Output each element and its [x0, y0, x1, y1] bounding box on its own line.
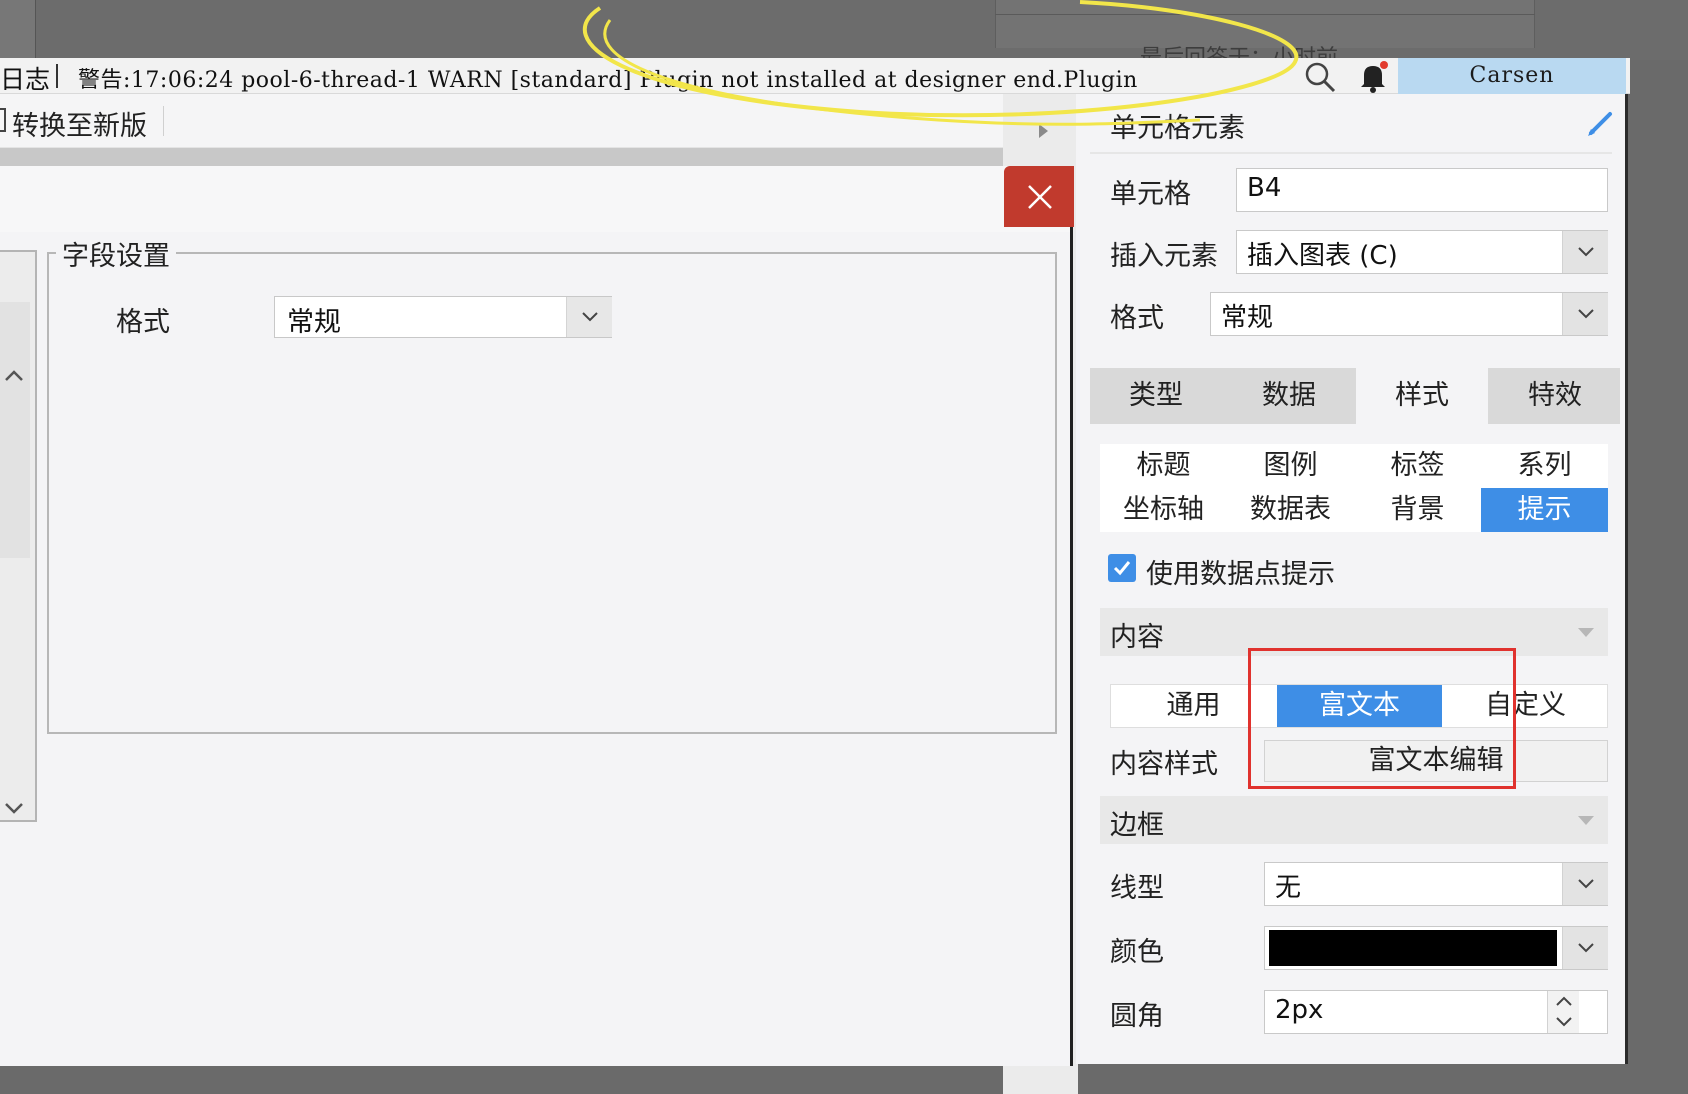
sub-tab-datasheet[interactable]: 数据表 — [1227, 488, 1354, 532]
collapse-arrow-icon[interactable] — [1036, 122, 1050, 140]
sub-tab-legend[interactable]: 图例 — [1227, 444, 1354, 488]
sub-tab-background[interactable]: 背景 — [1354, 488, 1481, 532]
insert-element-value: 插入图表 (C) — [1247, 241, 1398, 271]
chevron-down-icon — [1578, 309, 1594, 319]
insert-element-select[interactable]: 插入图表 (C) — [1236, 230, 1608, 274]
horizontal-scrollbar[interactable] — [0, 148, 1003, 166]
color-label: 颜色 — [1110, 937, 1164, 968]
toolbar-separator — [163, 106, 164, 136]
convert-icon — [0, 108, 6, 132]
line-type-select[interactable]: 无 — [1264, 862, 1608, 906]
tab-data[interactable]: 数据 — [1223, 368, 1355, 424]
format-dropdown-button[interactable] — [566, 297, 612, 337]
toolbar: 转换至新版 — [0, 94, 1003, 148]
highlight-box — [1248, 648, 1516, 789]
sub-tab-tooltip[interactable]: 提示 — [1481, 488, 1608, 532]
line-type-dropdown[interactable] — [1562, 863, 1608, 905]
insert-element-label: 插入元素 — [1110, 241, 1218, 272]
cell-input-value: B4 — [1247, 173, 1282, 203]
style-sub-tabs: 标题 图例 标签 系列 坐标轴 数据表 背景 提示 — [1100, 444, 1608, 532]
color-swatch — [1269, 930, 1557, 966]
chevron-down-icon[interactable] — [1555, 1016, 1573, 1028]
chevron-down-icon — [1578, 247, 1594, 257]
log-bar: 日志 警告:17:06:24 pool-6-thread-1 WARN [sta… — [0, 58, 1630, 94]
border-section-title: 边框 — [1110, 810, 1164, 841]
chevron-up-icon[interactable] — [2, 364, 26, 388]
main-tabs: 类型 数据 样式 特效 — [1090, 368, 1620, 424]
field-list[interactable] — [0, 250, 37, 822]
tab-effects[interactable]: 特效 — [1489, 368, 1621, 424]
format-select[interactable]: 常规 — [274, 296, 612, 338]
use-tooltip-label[interactable]: 使用数据点提示 — [1146, 552, 1335, 591]
content-style-label: 内容样式 — [1110, 749, 1218, 780]
bell-icon[interactable] — [1356, 60, 1390, 94]
panel-format-dropdown[interactable] — [1562, 293, 1608, 335]
panel-format-select[interactable]: 常规 — [1210, 292, 1608, 336]
radius-spinner[interactable] — [1547, 991, 1579, 1033]
cell-element-panel: 单元格元素 单元格 B4 插入元素 插入图表 (C) 格式 常规 类型 数据 样… — [1076, 94, 1628, 1064]
search-icon[interactable] — [1303, 60, 1337, 94]
sub-tab-title[interactable]: 标题 — [1100, 444, 1227, 488]
chevron-down-icon — [1578, 879, 1594, 889]
panel-format-value: 常规 — [1221, 303, 1274, 333]
cell-label: 单元格 — [1110, 179, 1191, 210]
field-settings-dialog: 字段设置 格式 常规 — [0, 166, 1074, 1066]
color-dropdown[interactable] — [1562, 927, 1608, 969]
chevron-down-icon — [1578, 943, 1594, 953]
convert-to-new-button[interactable]: 转换至新版 — [12, 104, 147, 143]
tab-style[interactable]: 样式 — [1356, 368, 1488, 424]
user-name[interactable]: Carsen — [1398, 58, 1626, 94]
radius-input[interactable]: 2px — [1264, 990, 1608, 1034]
log-label[interactable]: 日志 — [0, 60, 50, 96]
chevron-down-icon[interactable] — [2, 796, 26, 820]
background-divider — [995, 14, 1535, 15]
close-button[interactable] — [1004, 166, 1074, 227]
use-tooltip-checkbox[interactable] — [1108, 554, 1136, 582]
sub-tab-label[interactable]: 标签 — [1354, 444, 1481, 488]
field-settings-title: 字段设置 — [56, 234, 176, 273]
close-icon — [1028, 185, 1052, 209]
sub-tab-axis[interactable]: 坐标轴 — [1100, 488, 1227, 532]
pencil-icon[interactable] — [1586, 108, 1616, 138]
panel-format-label: 格式 — [1110, 303, 1164, 334]
format-label: 格式 — [116, 307, 170, 338]
content-section-title: 内容 — [1110, 622, 1164, 653]
insert-element-dropdown[interactable] — [1562, 231, 1608, 273]
radius-value: 2px — [1275, 995, 1324, 1025]
check-icon — [1113, 561, 1131, 576]
top-background — [0, 0, 1688, 60]
border-section-header[interactable]: 边框 — [1100, 796, 1608, 844]
title-divider — [1090, 152, 1612, 154]
line-type-label: 线型 — [1110, 873, 1164, 904]
caret-down-icon — [1578, 816, 1594, 825]
line-type-value: 无 — [1275, 873, 1302, 903]
cell-input[interactable]: B4 — [1236, 168, 1608, 212]
tab-type[interactable]: 类型 — [1090, 368, 1222, 424]
sub-tab-series[interactable]: 系列 — [1481, 444, 1608, 488]
caret-down-icon — [1578, 628, 1594, 637]
radius-label: 圆角 — [1110, 1001, 1164, 1032]
window-corner — [0, 0, 36, 58]
chevron-down-icon — [582, 312, 598, 322]
log-separator — [56, 64, 58, 88]
list-scroll-thumb[interactable] — [0, 302, 30, 558]
chevron-up-icon[interactable] — [1555, 995, 1573, 1007]
log-message: 警告:17:06:24 pool-6-thread-1 WARN [standa… — [78, 68, 1138, 93]
panel-title: 单元格元素 — [1110, 113, 1245, 144]
dialog-header — [0, 166, 1070, 232]
format-select-value: 常规 — [287, 307, 341, 338]
color-select[interactable] — [1264, 926, 1608, 970]
